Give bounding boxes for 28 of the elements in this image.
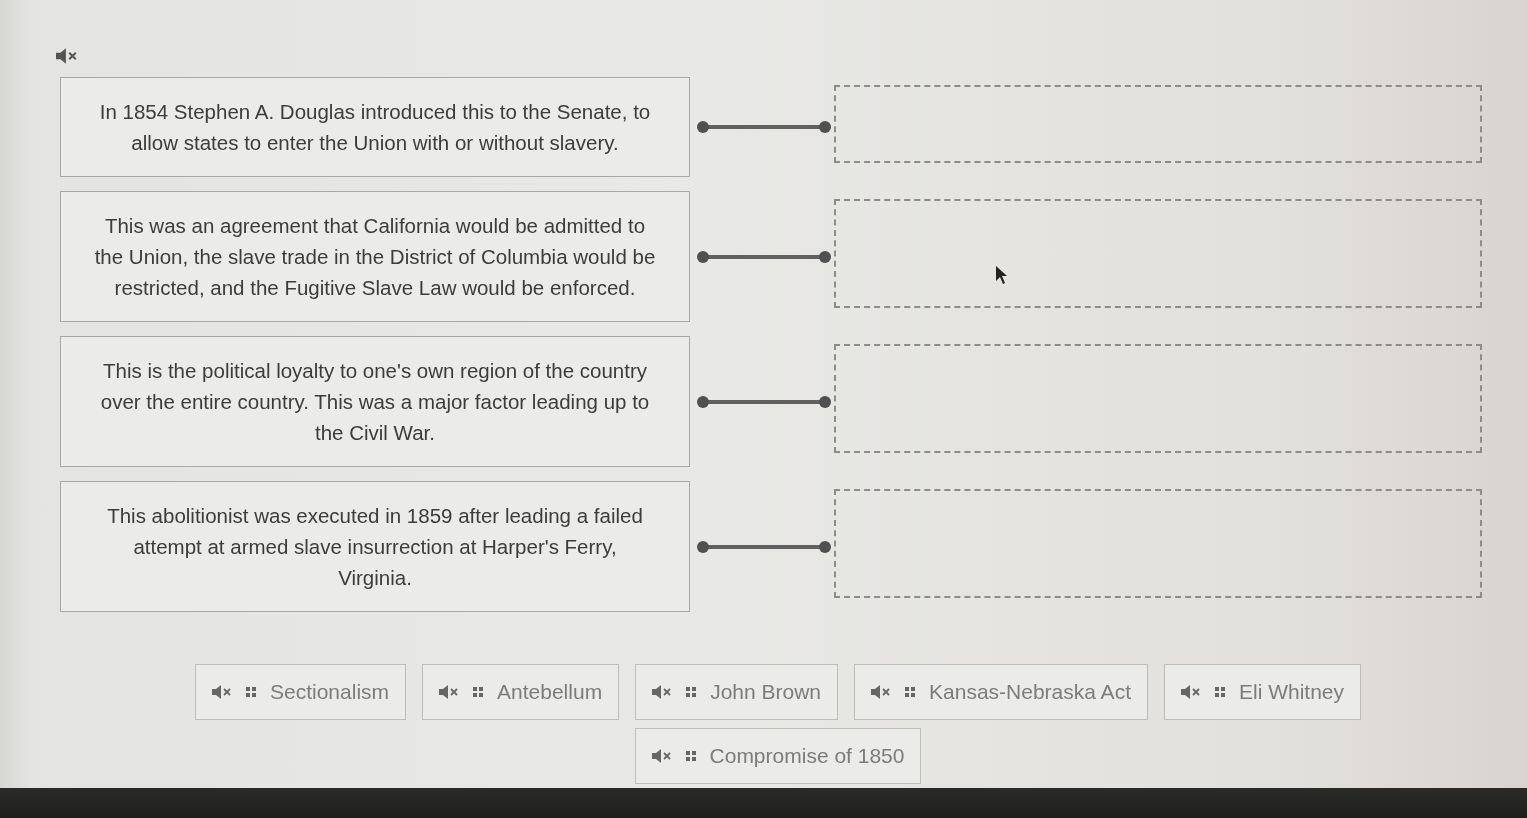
grip-icon	[685, 751, 696, 761]
answer-tile[interactable]: Eli Whitney	[1163, 664, 1361, 720]
mouse-pointer-icon	[996, 266, 1008, 284]
grip-icon	[1214, 687, 1225, 697]
prompt-card: This abolitionist was executed in 1859 after leading a failed attempt at armed slave insurrection at Harper's Ferry, Virginia.	[60, 481, 690, 612]
speaker-muted-icon[interactable]	[871, 685, 892, 699]
answer-tile[interactable]: Sectionalism	[195, 664, 407, 720]
answer-tile[interactable]: Antebellum	[422, 664, 620, 720]
answer-tile[interactable]: Compromise of 1850	[634, 728, 922, 784]
speaker-muted-icon[interactable]	[651, 749, 672, 763]
answer-tile[interactable]: John Brown	[635, 664, 839, 720]
grip-icon	[246, 687, 256, 697]
drop-zone[interactable]	[834, 344, 1482, 453]
answer-tile[interactable]: Kansas-Nebraska Act	[854, 664, 1148, 720]
speaker-muted-icon[interactable]	[1180, 685, 1201, 699]
grip-icon	[905, 687, 916, 697]
speaker-muted-icon[interactable]	[439, 685, 460, 699]
drop-zone[interactable]	[834, 199, 1482, 308]
prompt-card: This was an agreement that California would be admitted to the Union, the slave trade in the District of Columbia would be restricted, and the Fugitive Slave Law would be enforced.	[60, 191, 690, 322]
speaker-muted-icon[interactable]	[56, 48, 78, 64]
prompt-card: In 1854 Stephen A. Douglas introduced this to the Senate, to allow states to enter the Union with or without slavery.	[60, 77, 690, 177]
speaker-muted-icon[interactable]	[652, 685, 673, 699]
drop-zone[interactable]	[834, 85, 1482, 163]
drop-zone[interactable]	[834, 489, 1482, 598]
speaker-muted-icon[interactable]	[212, 685, 232, 699]
grip-icon	[686, 687, 697, 697]
grip-icon	[473, 687, 484, 697]
prompt-card: This is the political loyalty to one's own region of the country over the entire country. This was a major factor leading up to the Civil War.	[60, 336, 690, 467]
